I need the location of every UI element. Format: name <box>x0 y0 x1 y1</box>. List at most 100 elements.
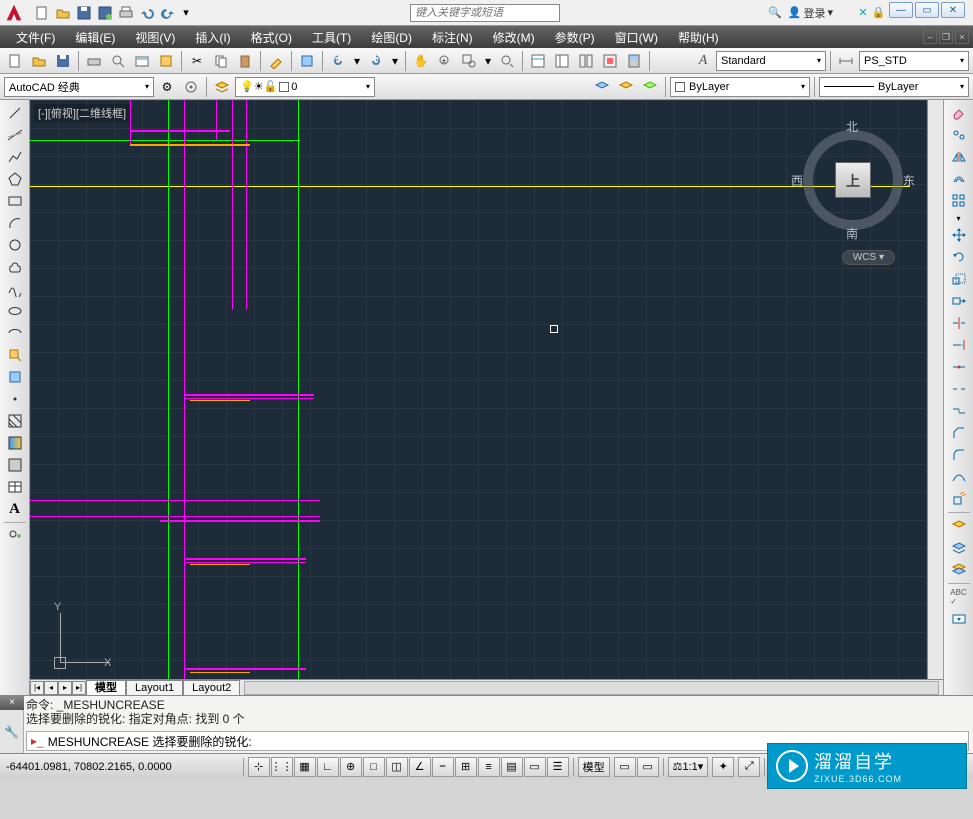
tb-pan[interactable]: ✋ <box>410 50 432 72</box>
qat-save[interactable] <box>74 3 94 23</box>
tb-textstyle-btn[interactable]: A <box>692 50 714 72</box>
tool-arc[interactable] <box>2 212 28 234</box>
tb-calc[interactable] <box>623 50 645 72</box>
tb-zoom-win-drop[interactable]: ▾ <box>482 50 494 72</box>
layer-dropdown[interactable]: 💡 ☀ 🔓 0 <box>235 77 375 97</box>
infocenter-search[interactable] <box>410 4 560 22</box>
tool-layer-copy[interactable] <box>946 537 972 559</box>
sb-annovis[interactable]: ✦ <box>712 757 734 777</box>
tb-publish[interactable] <box>131 50 153 72</box>
menu-window[interactable]: 窗口(W) <box>607 27 666 48</box>
sb-annoscale[interactable]: ⚖ 1:1 ▾ <box>668 757 709 777</box>
tool-hatch[interactable] <box>2 410 28 432</box>
menu-help[interactable]: 帮助(H) <box>670 27 727 48</box>
tb-copy[interactable] <box>210 50 232 72</box>
sb-otrack[interactable]: ∠ <box>409 757 431 777</box>
tab-first[interactable]: |◂ <box>30 681 44 695</box>
tb-new[interactable] <box>4 50 26 72</box>
viewcube-top[interactable]: 上 <box>835 162 871 198</box>
sb-infer[interactable]: ⊹ <box>248 757 270 777</box>
tool-region[interactable] <box>2 454 28 476</box>
sb-dyn[interactable]: ⊞ <box>455 757 477 777</box>
workspace-settings-icon[interactable]: ⚙ <box>156 76 178 98</box>
tool-blend[interactable] <box>946 466 972 488</box>
tab-prev[interactable]: ◂ <box>44 681 58 695</box>
tool-break-at[interactable] <box>946 356 972 378</box>
viewport-label[interactable]: [-][俯视][二维线框] <box>34 104 130 122</box>
tab-model[interactable]: 模型 <box>86 680 126 696</box>
sb-3dosnap[interactable]: ◫ <box>386 757 408 777</box>
tb-undo-drop[interactable]: ▾ <box>351 50 363 72</box>
qat-undo[interactable] <box>137 3 157 23</box>
tb-zoom-prev[interactable] <box>496 50 518 72</box>
tool-insert[interactable] <box>2 344 28 366</box>
tool-break[interactable] <box>946 378 972 400</box>
exchange-icon[interactable]: ✕ <box>858 6 867 19</box>
sb-ortho[interactable]: ∟ <box>317 757 339 777</box>
tool-extend[interactable] <box>946 334 972 356</box>
tab-last[interactable]: ▸| <box>72 681 86 695</box>
sb-quickview-d[interactable]: ▭ <box>637 757 659 777</box>
tb-toolpal[interactable] <box>575 50 597 72</box>
tool-chamfer[interactable] <box>946 422 972 444</box>
tb-undo[interactable] <box>327 50 349 72</box>
viewcube-north[interactable]: 北 <box>846 118 858 135</box>
qat-saveas[interactable] <box>95 3 115 23</box>
doc-close[interactable]: × <box>955 30 969 44</box>
tool-move[interactable] <box>946 224 972 246</box>
layer-manager-icon[interactable] <box>211 76 233 98</box>
tb-dimstyle-btn[interactable] <box>835 50 857 72</box>
qat-open[interactable] <box>53 3 73 23</box>
sb-polar[interactable]: ⊕ <box>340 757 362 777</box>
maximize-button[interactable]: ▭ <box>915 2 939 18</box>
tool-point[interactable] <box>2 388 28 410</box>
tool-ellipse[interactable] <box>2 300 28 322</box>
sb-ducs[interactable]: ⎯ <box>432 757 454 777</box>
tool-join[interactable] <box>946 400 972 422</box>
tb-blockeditor[interactable] <box>296 50 318 72</box>
command-close[interactable]: × <box>0 696 24 710</box>
viewcube-east[interactable]: 东 <box>903 172 915 189</box>
tb-markup[interactable] <box>599 50 621 72</box>
tool-circle[interactable] <box>2 234 28 256</box>
tool-pline[interactable] <box>2 146 28 168</box>
sb-annoauto[interactable]: ⤢ <box>738 757 760 777</box>
doc-minimize[interactable]: – <box>923 30 937 44</box>
tool-revcloud[interactable] <box>2 256 28 278</box>
tool-trim[interactable] <box>946 312 972 334</box>
sb-modelspace[interactable]: 模型 <box>578 757 610 777</box>
vertical-scrollbar[interactable] <box>927 100 943 679</box>
text-style-dropdown[interactable]: Standard <box>716 51 826 71</box>
tool-layer-copy2[interactable] <box>946 559 972 581</box>
tb-props[interactable] <box>527 50 549 72</box>
close-button[interactable]: ✕ <box>941 2 965 18</box>
qat-plot[interactable] <box>116 3 136 23</box>
tool-fillet[interactable] <box>946 444 972 466</box>
sb-grid[interactable]: ▦ <box>294 757 316 777</box>
layer-state-icon[interactable] <box>591 76 613 98</box>
tool-block[interactable] <box>2 366 28 388</box>
tool-array-drop[interactable]: ▾ <box>946 212 972 224</box>
tb-paste[interactable] <box>234 50 256 72</box>
menu-modify[interactable]: 修改(M) <box>485 27 543 48</box>
viewcube-west[interactable]: 西 <box>791 172 803 189</box>
tool-xline[interactable] <box>2 124 28 146</box>
sb-quickview-l[interactable]: ▭ <box>614 757 636 777</box>
tool-text[interactable]: A <box>2 498 28 520</box>
tool-copy[interactable] <box>946 124 972 146</box>
coordinates[interactable]: -64401.0981, 70802.2165, 0.0000 <box>6 761 206 773</box>
drawing-canvas[interactable]: [-][俯视][二维线框] 上 北 南 东 西 WC <box>30 100 943 695</box>
horizontal-scrollbar[interactable] <box>244 681 939 695</box>
wcs-indicator[interactable]: WCS ▾ <box>842 250 895 265</box>
tb-match[interactable] <box>265 50 287 72</box>
signin-button[interactable]: 👤 登录 ▾ <box>788 5 833 21</box>
tb-cut[interactable]: ✂ <box>186 50 208 72</box>
tool-line[interactable] <box>2 102 28 124</box>
layer-prev-icon[interactable] <box>639 76 661 98</box>
tool-polygon[interactable] <box>2 168 28 190</box>
tb-zoom-win[interactable] <box>458 50 480 72</box>
tab-layout2[interactable]: Layout2 <box>183 680 240 696</box>
qat-customize[interactable]: ▾ <box>179 3 193 23</box>
tool-explode[interactable] <box>946 488 972 510</box>
tb-3ddwf[interactable] <box>155 50 177 72</box>
